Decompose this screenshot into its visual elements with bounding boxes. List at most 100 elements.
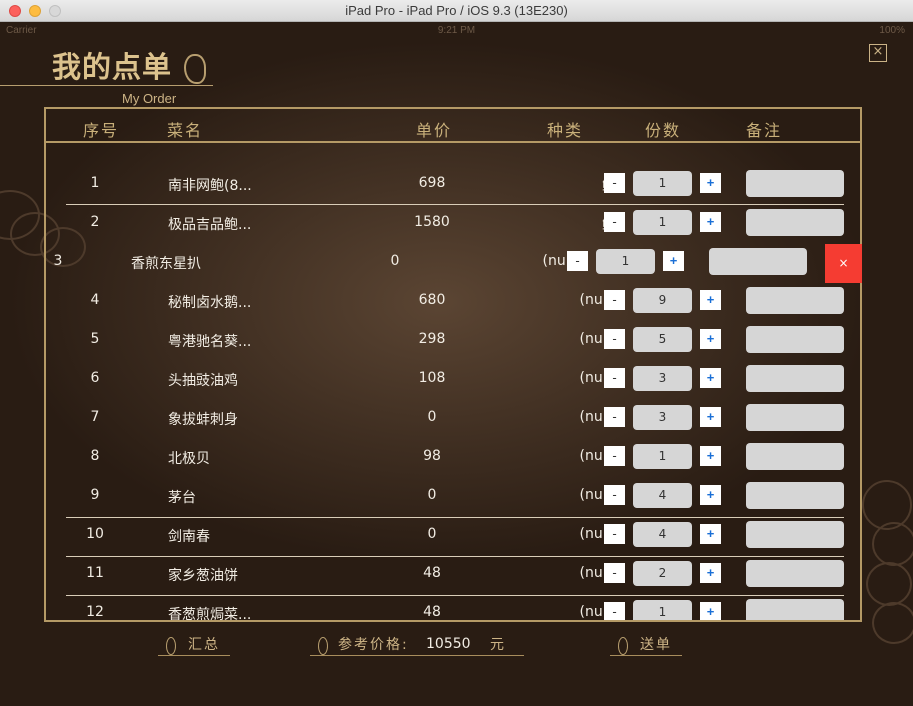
increase-button[interactable]: + xyxy=(700,368,721,388)
increase-button[interactable]: + xyxy=(700,602,721,620)
quantity-field[interactable]: 1 xyxy=(633,210,692,235)
total-price-value: 10550 xyxy=(426,636,471,652)
table-row[interactable]: 11 家乡葱油饼 48 (null) - 2 + xyxy=(46,554,906,593)
row-index: 9 xyxy=(90,487,100,503)
table-row[interactable]: 8 北极贝 98 (null) - 1 + xyxy=(46,437,906,476)
decrease-button[interactable]: - xyxy=(604,563,625,583)
decrease-button[interactable]: - xyxy=(604,368,625,388)
decrease-button[interactable]: - xyxy=(604,524,625,544)
note-field[interactable] xyxy=(746,287,844,314)
table-row[interactable]: 9 茅台 0 (null) - 4 + xyxy=(46,476,906,515)
note-field[interactable] xyxy=(746,170,844,197)
footer-ornament xyxy=(166,637,176,655)
close-button[interactable]: × xyxy=(869,44,887,62)
quantity-field[interactable]: 1 xyxy=(633,444,692,469)
column-header-price: 单价 xyxy=(416,121,453,140)
column-header-quantity: 份数 xyxy=(645,121,682,140)
decrease-button[interactable]: - xyxy=(604,407,625,427)
decrease-button[interactable]: - xyxy=(604,290,625,310)
decrease-button[interactable]: - xyxy=(604,602,625,620)
table-row[interactable]: 4 秘制卤水鹅... 680 (null) - 9 + xyxy=(46,281,906,320)
table-row[interactable]: 12 香葱煎焗菜... 48 (null) - 1 + xyxy=(46,593,906,620)
dish-kind: 鲍 xyxy=(516,214,616,234)
table-row[interactable]: 1 南非网鲍(8... 698 鲍 - 1 + xyxy=(46,164,906,203)
row-index: 2 xyxy=(90,214,100,230)
column-header-index: 序号 xyxy=(83,121,120,140)
dish-name: 香煎东星扒 xyxy=(131,256,201,272)
order-list[interactable]: 1 南非网鲍(8... 698 鲍 - 1 + 2 极品吉品鲍... 1580 … xyxy=(46,143,906,620)
quantity-field[interactable]: 1 xyxy=(633,171,692,196)
dish-kind: (null) xyxy=(579,526,616,542)
row-index: 6 xyxy=(90,370,100,386)
dish-kind: (null) xyxy=(579,370,616,386)
quantity-field[interactable]: 1 xyxy=(633,600,692,620)
table-row[interactable]: 10 剑南春 0 (null) - 4 + xyxy=(46,515,906,554)
row-index: 7 xyxy=(90,409,100,425)
footer-underline xyxy=(158,655,230,656)
decrease-button[interactable]: - xyxy=(604,212,625,232)
note-field[interactable] xyxy=(746,209,844,236)
note-field[interactable] xyxy=(746,326,844,353)
dish-price: 0 xyxy=(427,526,437,542)
dish-price: 0 xyxy=(427,487,437,503)
increase-button[interactable]: + xyxy=(700,329,721,349)
note-field[interactable] xyxy=(746,365,844,392)
note-field[interactable] xyxy=(746,404,844,431)
quantity-field[interactable]: 3 xyxy=(633,405,692,430)
submit-order-button[interactable]: 送单 xyxy=(640,634,672,654)
table-row[interactable]: 7 象拔蚌刺身 0 (null) - 3 + xyxy=(46,398,906,437)
quantity-field[interactable]: 4 xyxy=(633,483,692,508)
increase-button[interactable]: + xyxy=(663,251,684,271)
table-row-swiped[interactable]: 3 香煎东星扒 0 (null) - 1 + xyxy=(46,242,869,281)
note-field[interactable] xyxy=(746,599,844,620)
dish-kind: (null) xyxy=(579,331,616,347)
note-field[interactable] xyxy=(709,248,807,275)
reference-price-label: 参考价格: xyxy=(338,637,409,653)
table-row[interactable]: 6 头抽豉油鸡 108 (null) - 3 + xyxy=(46,359,906,398)
decrease-button[interactable]: - xyxy=(567,251,588,271)
dish-name: 秘制卤水鹅... xyxy=(168,295,252,311)
quantity-field[interactable]: 2 xyxy=(633,561,692,586)
decrease-button[interactable]: - xyxy=(604,329,625,349)
dish-price: 698 xyxy=(418,175,446,191)
footer-underline xyxy=(610,655,682,656)
dish-price: 48 xyxy=(423,604,441,620)
increase-button[interactable]: + xyxy=(700,407,721,427)
increase-button[interactable]: + xyxy=(700,173,721,193)
clock-label: 9:21 PM xyxy=(437,25,476,36)
increase-button[interactable]: + xyxy=(700,446,721,466)
dish-kind: (null) xyxy=(579,487,616,503)
window-titlebar: iPad Pro - iPad Pro / iOS 9.3 (13E230) xyxy=(0,0,913,22)
dish-kind: 鲍 xyxy=(516,175,616,195)
summary-button[interactable]: 汇总 xyxy=(188,634,220,654)
footer-ornament xyxy=(618,637,628,655)
increase-button[interactable]: + xyxy=(700,524,721,544)
dish-price: 0 xyxy=(427,409,437,425)
note-field[interactable] xyxy=(746,482,844,509)
dish-kind: (null) xyxy=(542,253,579,269)
quantity-field[interactable]: 4 xyxy=(633,522,692,547)
increase-button[interactable]: + xyxy=(700,212,721,232)
delete-row-button[interactable]: × xyxy=(825,244,862,283)
quantity-field[interactable]: 3 xyxy=(633,366,692,391)
dish-kind: (null) xyxy=(579,565,616,581)
decrease-button[interactable]: - xyxy=(604,173,625,193)
page-title: 我的点单 xyxy=(52,50,173,84)
quantity-field[interactable]: 9 xyxy=(633,288,692,313)
dish-name: 北极贝 xyxy=(168,451,210,467)
increase-button[interactable]: + xyxy=(700,563,721,583)
decrease-button[interactable]: - xyxy=(604,446,625,466)
increase-button[interactable]: + xyxy=(700,485,721,505)
note-field[interactable] xyxy=(746,560,844,587)
increase-button[interactable]: + xyxy=(700,290,721,310)
table-row[interactable]: 5 粤港驰名葵... 298 (null) - 5 + xyxy=(46,320,906,359)
note-field[interactable] xyxy=(746,521,844,548)
note-field[interactable] xyxy=(746,443,844,470)
table-row[interactable]: 2 极品吉品鲍... 1580 鲍 - 1 + xyxy=(46,203,906,242)
dish-name: 象拔蚌刺身 xyxy=(168,412,238,428)
dish-name: 头抽豉油鸡 xyxy=(168,373,238,389)
decrease-button[interactable]: - xyxy=(604,485,625,505)
quantity-field[interactable]: 1 xyxy=(596,249,655,274)
dish-name: 香葱煎焗菜... xyxy=(168,607,252,620)
quantity-field[interactable]: 5 xyxy=(633,327,692,352)
